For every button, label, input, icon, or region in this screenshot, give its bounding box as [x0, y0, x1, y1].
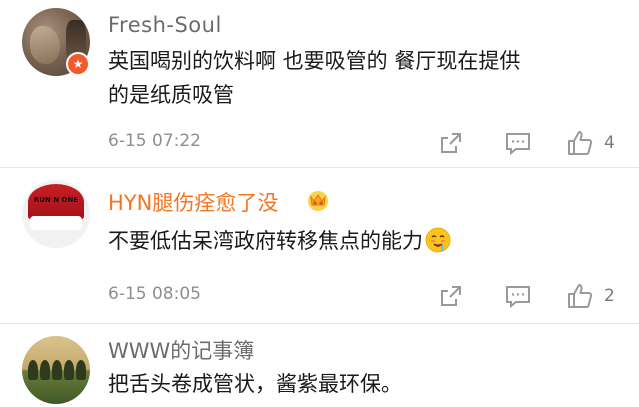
comment-text-line: 英国喝别的饮料啊 也要吸管的 餐厅现在提供 — [108, 49, 521, 73]
comment-text: 不要低估呆湾政府转移焦点的能力 — [108, 224, 628, 258]
like-button[interactable]: 4 — [566, 128, 615, 158]
share-button[interactable] — [438, 128, 464, 158]
like-button[interactable]: 2 — [566, 281, 615, 311]
like-count: 4 — [604, 133, 615, 153]
like-count: 2 — [604, 286, 615, 306]
comment-item: ★ Fresh-Soul 英国喝别的饮料啊 也要吸管的 餐厅现在提供 的是纸质吸… — [0, 0, 639, 168]
avatar-tree — [52, 360, 62, 380]
share-icon — [441, 133, 461, 153]
comment-footer: 6-15 08:05 2 — [108, 281, 639, 311]
comment-text-line: 不要低估呆湾政府转移焦点的能力 — [108, 229, 423, 253]
avatar-tree — [76, 360, 86, 380]
thumbs-up-icon — [568, 284, 593, 308]
comment-icon — [506, 133, 530, 156]
comment-icon — [506, 286, 530, 309]
comment-footer: 6-15 07:22 4 — [108, 128, 639, 158]
avatar-hat-brim — [30, 216, 82, 230]
comment-text: 把舌头卷成管状，酱紫最环保。 — [108, 367, 628, 401]
avatar[interactable] — [22, 336, 90, 404]
avatar-tree — [28, 360, 38, 380]
username[interactable]: Fresh-Soul — [108, 12, 222, 38]
vip-crown-icon — [308, 191, 328, 211]
comment-button[interactable] — [504, 281, 532, 311]
username[interactable]: WWW的记事簿 — [108, 338, 254, 364]
comment-text-line: 把舌头卷成管状，酱紫最环保。 — [108, 372, 402, 396]
comment-item: WWW的记事簿 把舌头卷成管状，酱紫最环保。 — [0, 324, 639, 407]
drooling-face-emoji — [425, 227, 451, 253]
avatar-text: RUN N ONE — [33, 196, 79, 204]
avatar-tree — [40, 360, 50, 380]
avatar[interactable]: RUN N ONE — [22, 180, 90, 248]
username[interactable]: HYN腿伤痊愈了没 — [108, 190, 278, 216]
star-badge-icon: ★ — [66, 52, 90, 76]
comment-list: ★ Fresh-Soul 英国喝别的饮料啊 也要吸管的 餐厅现在提供 的是纸质吸… — [0, 0, 639, 407]
avatar-tree — [64, 360, 74, 380]
share-button[interactable] — [438, 281, 464, 311]
timestamp: 6-15 08:05 — [108, 284, 201, 304]
thumbs-up-icon — [568, 131, 593, 155]
comment-text-line: 的是纸质吸管 — [108, 83, 234, 107]
comment-item: RUN N ONE HYN腿伤痊愈了没 不要低估呆湾政府转移焦点的能力 6-15… — [0, 168, 639, 324]
timestamp: 6-15 07:22 — [108, 131, 201, 151]
share-icon — [441, 286, 461, 306]
comment-text: 英国喝别的饮料啊 也要吸管的 餐厅现在提供 的是纸质吸管 — [108, 44, 628, 112]
comment-button[interactable] — [504, 128, 532, 158]
